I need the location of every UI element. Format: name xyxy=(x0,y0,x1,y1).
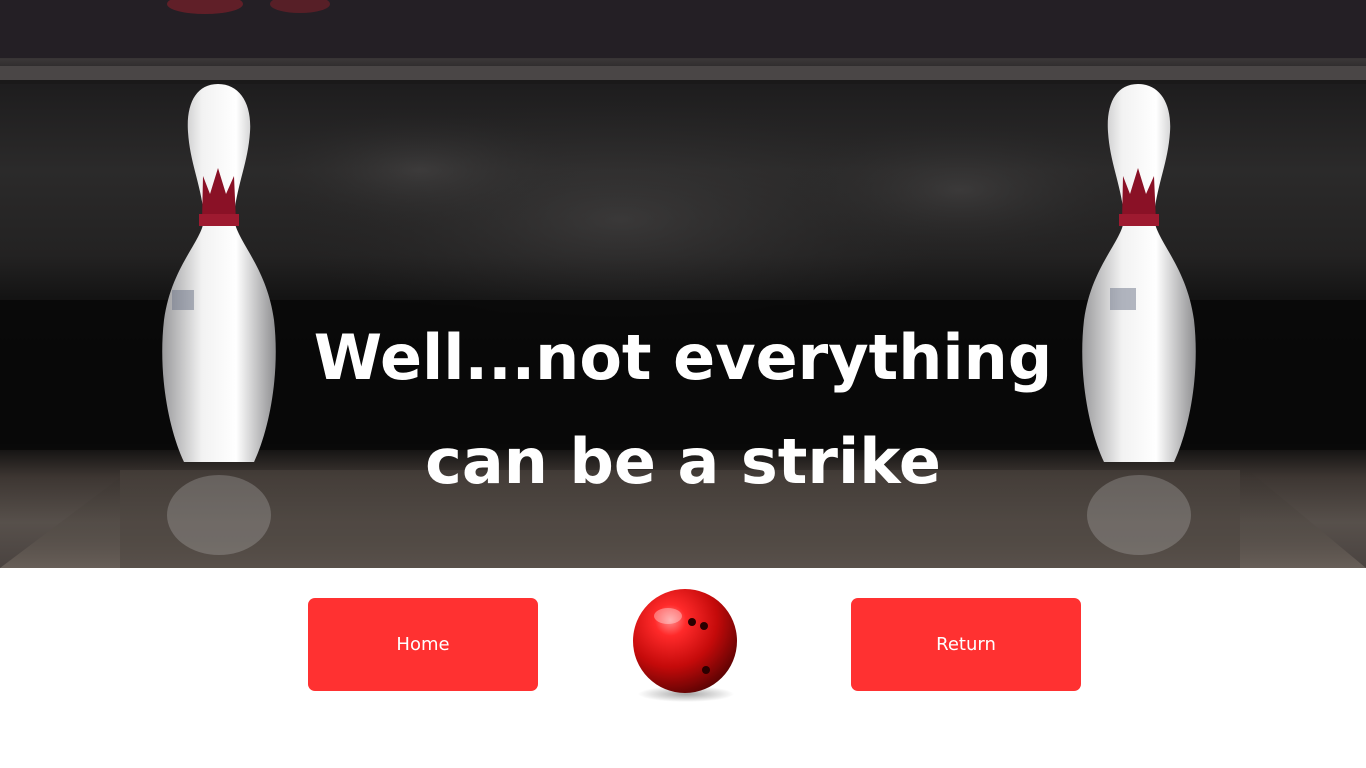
headline-line-2: can be a strike xyxy=(425,425,941,498)
page: Well...not everything can be a strike Ho… xyxy=(0,0,1366,768)
return-button[interactable]: Return xyxy=(851,598,1081,691)
home-button[interactable]: Home xyxy=(308,598,538,691)
hero-image: Well...not everything can be a strike xyxy=(0,0,1366,568)
headline-line-1: Well...not everything xyxy=(313,321,1053,394)
page-headline: Well...not everything can be a strike xyxy=(0,306,1366,514)
bowling-ball-icon xyxy=(626,586,744,704)
